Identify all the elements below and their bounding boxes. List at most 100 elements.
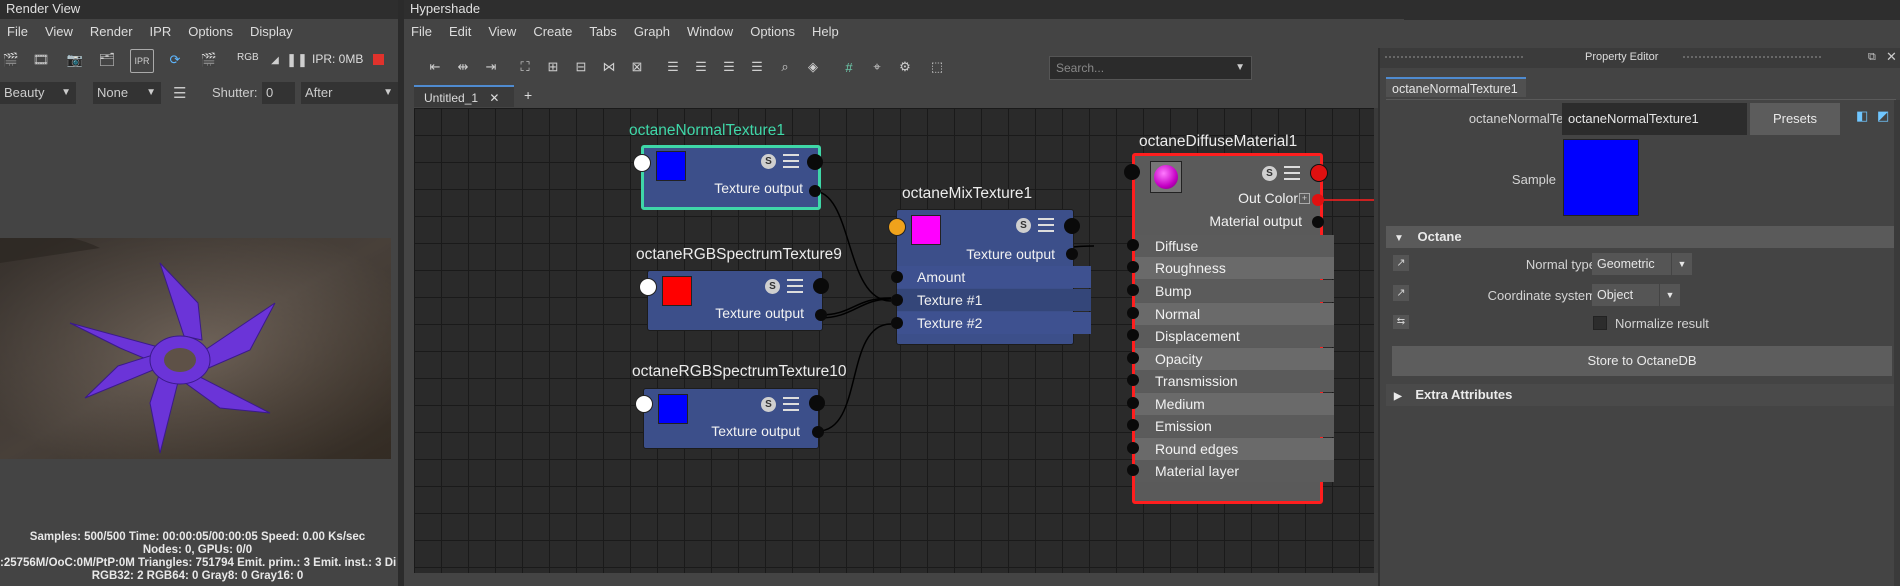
hs-menu-options[interactable]: Options — [750, 24, 795, 39]
rv-menu-render[interactable]: Render — [90, 24, 133, 39]
map-attribute-icon[interactable]: ↗ — [1393, 285, 1409, 301]
after-select[interactable]: After ▼ — [301, 82, 398, 104]
rv-menu-ipr[interactable]: IPR — [150, 24, 172, 39]
diffuse-input-round-edges[interactable]: Round edges — [1135, 438, 1334, 460]
node-name-field[interactable]: octaneNormalTexture1 — [1562, 103, 1747, 135]
rearrange-graph-icon[interactable]: ⋈ — [598, 56, 620, 78]
diffuse-input-transmission[interactable]: Transmission — [1135, 370, 1334, 392]
magnifier-icon[interactable]: ⌕ — [774, 56, 796, 78]
hide-attribute-icon[interactable]: ◩ — [1877, 108, 1889, 124]
diffuse-input-emission[interactable]: Emission — [1135, 415, 1334, 437]
hs-menu-tabs[interactable]: Tabs — [589, 24, 616, 39]
render-icon[interactable]: 🎬 — [0, 49, 22, 71]
frame-all-icon[interactable]: ⛶ — [514, 56, 536, 78]
normal-texture-input-port[interactable] — [633, 154, 651, 172]
tab-untitled-1[interactable]: Untitled_1 ✕ — [414, 85, 514, 107]
diffuse-port-displacement[interactable] — [1127, 329, 1139, 341]
mix-output-port[interactable] — [1066, 248, 1078, 260]
diffuse-port-emission[interactable] — [1127, 419, 1139, 431]
diffuse-input-material-layer[interactable]: Material layer — [1135, 460, 1334, 482]
rv-menu-display[interactable]: Display — [250, 24, 293, 39]
add-tab-button[interactable]: + — [524, 87, 532, 103]
expand-plus-icon[interactable]: + — [1299, 193, 1310, 204]
diffuse-input-medium[interactable]: Medium — [1135, 393, 1334, 415]
diffuse-input-displacement[interactable]: Displacement — [1135, 325, 1334, 347]
rgb9-output-port[interactable] — [815, 309, 827, 321]
layout-full-icon[interactable]: ☰ — [718, 56, 740, 78]
diffuse-out-color-label[interactable]: Out Color — [1238, 190, 1298, 206]
mix-node[interactable]: S Texture output Amount Texture #1 Textu… — [896, 209, 1091, 345]
map-bool-icon[interactable]: ⇆ — [1393, 315, 1409, 329]
close-icon[interactable]: ✕ — [1886, 49, 1897, 65]
diffuse-port-material-layer[interactable] — [1127, 464, 1139, 476]
store-to-octanedb-button[interactable]: Store to OctaneDB — [1392, 346, 1892, 376]
rv-menu-options[interactable]: Options — [188, 24, 233, 39]
pause-icon[interactable]: ❚❚ — [286, 49, 308, 71]
show-attribute-icon[interactable]: ◧ — [1856, 108, 1868, 124]
diffuse-port-transmission[interactable] — [1127, 374, 1139, 386]
hs-menu-edit[interactable]: Edit — [449, 24, 471, 39]
shading-s-icon[interactable]: S — [1016, 218, 1031, 233]
shading-s-icon[interactable]: S — [1262, 166, 1277, 181]
snapshot-icon[interactable]: 📷 — [64, 49, 86, 71]
normal-texture-output-port[interactable] — [809, 185, 821, 197]
mix-input-texture-2[interactable]: Texture #2 — [897, 312, 1091, 334]
shading-s-icon[interactable]: S — [765, 279, 780, 294]
node-list-icon[interactable] — [1284, 166, 1300, 180]
node-list-icon[interactable] — [1038, 218, 1054, 232]
graph-input-connections-icon[interactable]: ⇤ — [424, 56, 446, 78]
attribute-filter-icon[interactable]: ⬚ — [926, 56, 948, 78]
mix-out-port[interactable] — [1064, 218, 1080, 234]
refresh-ipr-icon[interactable]: ⟳ — [164, 49, 186, 71]
diffuse-out-color-port[interactable] — [1312, 194, 1324, 206]
mix-texture-2-port[interactable] — [891, 317, 903, 329]
diffuse-port-bump[interactable] — [1127, 284, 1139, 296]
add-selected-icon[interactable]: ⊞ — [542, 56, 564, 78]
ipr-icon[interactable]: IPR — [130, 49, 154, 73]
rgb-channel-label[interactable]: RGB — [237, 52, 259, 63]
drag-handle-right[interactable] — [1682, 55, 1822, 60]
render-canvas[interactable] — [0, 110, 398, 536]
normal-type-dropdown[interactable]: Geometric ▼ — [1592, 253, 1692, 275]
snap-icon[interactable]: ⌖ — [866, 56, 888, 78]
diffuse-port-roughness[interactable] — [1127, 261, 1139, 273]
diffuse-input-roughness[interactable]: Roughness — [1135, 257, 1334, 279]
layout-simple-icon[interactable]: ☰ — [662, 56, 684, 78]
mix-input-amount[interactable]: Amount — [897, 266, 1091, 288]
extra-attributes-section-header[interactable]: ▶ Extra Attributes — [1386, 384, 1896, 406]
rgb10-out-port[interactable] — [809, 395, 825, 411]
diffuse-input-normal[interactable]: Normal — [1135, 303, 1334, 325]
diffuse-input-bump[interactable]: Bump — [1135, 280, 1334, 302]
shading-s-icon[interactable]: S — [761, 154, 776, 169]
alpha-icon[interactable]: ◢ — [264, 49, 286, 71]
hs-menu-help[interactable]: Help — [812, 24, 839, 39]
diffuse-out-port[interactable] — [1310, 164, 1328, 182]
rgb9-input-port[interactable] — [639, 278, 657, 296]
remove-selected-icon[interactable]: ⊟ — [570, 56, 592, 78]
hs-menu-create[interactable]: Create — [533, 24, 572, 39]
node-graph-canvas[interactable]: octaneNormalTexture1 S Texture output oc… — [414, 108, 1374, 573]
swatch-icon[interactable]: ◈ — [802, 56, 824, 78]
node-list-icon[interactable] — [783, 397, 799, 411]
mix-input-texture-1[interactable]: Texture #1 — [897, 289, 1091, 311]
map-attribute-icon[interactable]: ↗ — [1393, 255, 1409, 271]
diffuse-port-normal[interactable] — [1127, 307, 1139, 319]
stop-icon[interactable] — [373, 54, 384, 65]
shutter-input[interactable]: 0 — [262, 82, 295, 104]
hs-menu-view[interactable]: View — [488, 24, 516, 39]
presets-button[interactable]: Presets — [1750, 103, 1840, 135]
diffuse-input-diffuse[interactable]: Diffuse — [1135, 235, 1334, 257]
graph-output-connections-icon[interactable]: ⇥ — [480, 56, 502, 78]
float-window-icon[interactable]: ⧉ — [1868, 51, 1876, 64]
keep-image-icon[interactable]: 🗂 — [96, 49, 118, 71]
hs-menu-graph[interactable]: Graph — [634, 24, 670, 39]
graph-io-connections-icon[interactable]: ⇹ — [452, 56, 474, 78]
graph-settings-icon[interactable]: ⚙ — [894, 56, 916, 78]
normal-texture-out-port[interactable] — [807, 154, 823, 170]
rv-menu-view[interactable]: View — [45, 24, 73, 39]
rgb10-node[interactable]: S Texture output — [643, 388, 819, 449]
layout-connected-icon[interactable]: ☰ — [690, 56, 712, 78]
grid-toggle-icon[interactable]: # — [838, 56, 860, 78]
mix-mask-port[interactable] — [888, 218, 906, 236]
mix-amount-port[interactable] — [891, 271, 903, 283]
